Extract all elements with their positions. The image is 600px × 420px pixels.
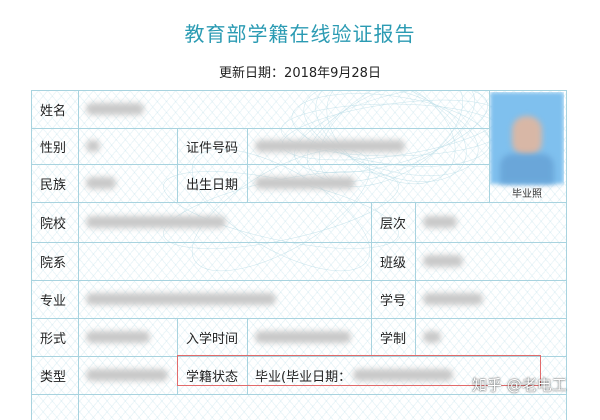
department-label: 院系 — [40, 255, 67, 271]
class-value — [415, 242, 565, 280]
gender-value — [78, 128, 177, 164]
name-label: 姓名 — [40, 103, 67, 119]
type-value — [78, 356, 177, 394]
form-value — [78, 318, 177, 356]
school-value — [78, 202, 371, 242]
student-photo: 毕业照 — [490, 92, 564, 202]
id-label: 证件号码 — [186, 140, 239, 156]
student-no-label: 学号 — [380, 293, 407, 309]
ethnicity-value — [78, 164, 177, 202]
schooling-label: 学制 — [380, 331, 407, 347]
form-label: 形式 — [40, 331, 67, 347]
enroll-time-label: 入学时间 — [186, 331, 239, 347]
student-no-value — [415, 280, 565, 318]
ethnicity-label: 民族 — [40, 177, 67, 193]
name-value — [78, 90, 278, 128]
major-value — [78, 280, 371, 318]
school-label: 院校 — [40, 216, 67, 232]
type-label: 类型 — [40, 369, 67, 385]
report-table: 姓名 性别 证件号码 民族 出生日期 院校 层次 院系 班级 专业 学号 形式 … — [31, 90, 567, 420]
class-label: 班级 — [380, 255, 407, 271]
report-title: 教育部学籍在线验证报告 — [184, 22, 416, 46]
major-label: 专业 — [40, 293, 67, 309]
schooling-value — [415, 318, 565, 356]
grid-line — [566, 90, 567, 420]
birth-value — [247, 164, 489, 202]
id-value — [247, 128, 489, 164]
zhihu-watermark: 知乎 @老电工 — [472, 376, 567, 394]
birth-label: 出生日期 — [186, 177, 239, 193]
enroll-time-value — [247, 318, 371, 356]
level-label: 层次 — [380, 216, 407, 232]
photo-caption: 毕业照 — [512, 189, 542, 200]
department-value — [78, 242, 371, 280]
update-date: 更新日期：2018年9月28日 — [219, 66, 381, 81]
level-value — [415, 202, 565, 242]
gender-label: 性别 — [40, 140, 67, 156]
